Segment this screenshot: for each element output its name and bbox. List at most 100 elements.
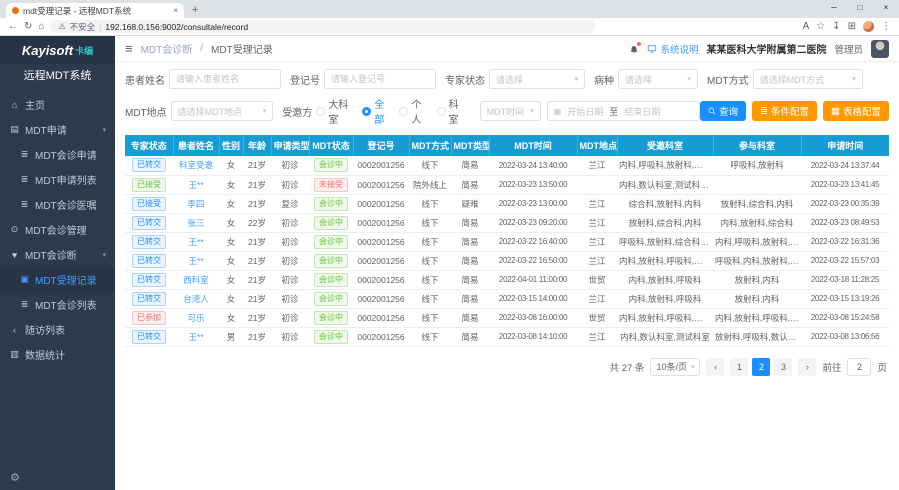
cell-mdt_mode: 线下	[409, 270, 451, 289]
table-row: 已转交台湾人女21岁初诊会诊中0002001256线下简易2022-03-15 …	[125, 289, 889, 308]
notification-badge	[637, 42, 641, 46]
invitee-radio-个人[interactable]: 个人	[399, 96, 427, 126]
new-tab-button[interactable]: +	[192, 3, 198, 18]
mdt-time-select[interactable]: MDT时间 ▾	[480, 101, 541, 121]
reg-no-label: 登记号	[290, 72, 320, 87]
next-page-button[interactable]: ›	[798, 358, 816, 376]
cell-mdt-status: 会诊中	[309, 194, 353, 213]
patient-name-link[interactable]: 可乐	[187, 313, 204, 323]
patient-name-link[interactable]: 王**	[188, 256, 203, 266]
cell-apply_type: 初诊	[271, 175, 309, 194]
collapse-menu-icon[interactable]: ≡	[125, 41, 133, 56]
cell-mdt_time: 2022-03-15 14:00:00	[489, 289, 577, 308]
cell-mdt-status: 会诊中	[309, 251, 353, 270]
cell-apply_type: 初诊	[271, 270, 309, 289]
browser-tab[interactable]: mdt受理记录 - 远程MDT系统 ×	[6, 3, 184, 18]
mdt-place-label: MDT地点	[125, 104, 167, 119]
mdt-mode-select[interactable]: 请选择MDT方式 ▾	[753, 69, 863, 89]
sidebar-item-mdt-apply[interactable]: ▤MDT申请▾	[0, 117, 115, 142]
list-icon: ≣	[19, 199, 30, 210]
patient-name-link[interactable]: 李四	[187, 199, 204, 209]
cell-mdt_place: 兰江	[577, 156, 617, 175]
bookmark-star-icon[interactable]: ☆	[816, 22, 825, 32]
sidebar-item-label: MDT会诊医嘱	[35, 197, 97, 212]
patient-name-input[interactable]	[169, 69, 281, 89]
system-help-link[interactable]: 系统说明	[647, 42, 698, 56]
refresh-icon[interactable]: ↻	[24, 22, 32, 32]
sidebar-item-mdt-manage[interactable]: ⊙MDT会诊管理	[0, 217, 115, 242]
patient-name-link[interactable]: 张三	[187, 218, 204, 228]
minimize-button[interactable]: ─	[821, 0, 847, 15]
patient-name-link[interactable]: 王**	[188, 180, 203, 190]
download-icon[interactable]: ↧	[832, 22, 840, 32]
cell-expert-status: 已转交	[125, 213, 173, 232]
sidebar-item-mdt-consult-order[interactable]: ≣ MDT会诊医嘱	[0, 192, 115, 217]
cell-invited_depts: 综合科,放射科,内科	[617, 194, 713, 213]
prev-page-button[interactable]: ‹	[706, 358, 724, 376]
sidebar-item-mdt-record[interactable]: ▣MDT受理记录	[0, 267, 115, 292]
maximize-button[interactable]: □	[847, 0, 873, 15]
extensions-icon[interactable]: ⊞	[848, 22, 856, 32]
cell-apply_time: 2022-03-24 13:37:44	[801, 156, 889, 175]
sidebar-item-home[interactable]: ⌂主页	[0, 92, 115, 117]
sidebar-item-mdt-consult-list[interactable]: ≣MDT会诊列表	[0, 292, 115, 317]
invitee-radio-科室[interactable]: 科室	[437, 96, 465, 126]
sidebar-item-statistics[interactable]: ▥数据统计	[0, 342, 115, 367]
reg-no-input[interactable]	[324, 69, 436, 89]
patient-name-link[interactable]: 王**	[188, 332, 203, 342]
home-icon: ⌂	[9, 100, 20, 110]
cell-expert-status: 已转交	[125, 251, 173, 270]
table-row: 已接受王**女21岁初诊未接受0002001256院外线上简易2022-03-2…	[125, 175, 889, 194]
patient-name-link[interactable]: 科室受邀	[179, 160, 213, 170]
radio-label: 科室	[449, 96, 465, 126]
mdt-record-table: 专家状态患者姓名性别年龄申请类型MDT状态登记号MDT方式MDT类型MDT时间M…	[125, 135, 889, 347]
condition-config-button[interactable]: ≣ 条件配置	[752, 101, 817, 121]
app-logo: Kayisoft 卡编	[0, 36, 115, 64]
cell-expert-status: 已转交	[125, 289, 173, 308]
patient-name-link[interactable]: 西科室	[183, 275, 209, 285]
search-button[interactable]: 查询	[700, 101, 746, 121]
cell-join_depts: 呼吸科,内科,放射科,影像科	[713, 251, 801, 270]
disease-select[interactable]: 请选择 ▾	[618, 69, 698, 89]
breadcrumb-root[interactable]: MDT会诊断	[141, 41, 193, 56]
translate-icon[interactable]: A	[803, 22, 810, 32]
page-button-1[interactable]: 1	[730, 358, 748, 376]
filter-panel: 患者姓名 登记号 专家状态 请选择 ▾ 病种 请选择 ▾ MDT方式 请选择MD…	[115, 62, 899, 135]
cell-patient-name: 王**	[173, 175, 219, 194]
table-config-button[interactable]: ▦ 表格配置	[823, 101, 889, 121]
table-row: 已转交西科室女21岁初诊会诊中0002001256线下简易2022-04-01 …	[125, 270, 889, 289]
sidebar-item-mdt-consult-apply[interactable]: ≣MDT会诊申请	[0, 142, 115, 167]
close-button[interactable]: ×	[873, 0, 899, 15]
cell-reg_no: 0002001256	[353, 194, 409, 213]
tab-close-icon[interactable]: ×	[173, 6, 178, 15]
page-button-3[interactable]: 3	[774, 358, 792, 376]
back-icon[interactable]: ←	[8, 22, 18, 32]
list-icon: ≣	[19, 149, 30, 160]
expert-status-select[interactable]: 请选择 ▾	[489, 69, 585, 89]
address-bar[interactable]: ⚠ 不安全 | 192.168.0.156:9002/consultale/re…	[50, 20, 595, 33]
patient-name-link[interactable]: 台湾人	[183, 294, 209, 304]
invitee-radio-大科室[interactable]: 大科室	[316, 96, 353, 126]
cell-patient-name: 张三	[173, 213, 219, 232]
goto-page-input[interactable]	[847, 358, 871, 376]
sidebar-item-mdt-apply-list[interactable]: ≣MDT申请列表	[0, 167, 115, 192]
settings-gear-icon[interactable]: ⚙	[10, 471, 20, 484]
sidebar-item-followup-list[interactable]: ‹随访列表	[0, 317, 115, 342]
notification-bell-icon[interactable]	[629, 44, 639, 54]
home-icon[interactable]: ⌂	[38, 22, 44, 32]
page-size-select[interactable]: 10条/页 ▾	[650, 358, 700, 376]
date-range-picker[interactable]: ▦ 开始日期 至 结束日期	[547, 101, 700, 121]
page-button-2[interactable]: 2	[752, 358, 770, 376]
disease-label: 病种	[594, 72, 614, 87]
cell-apply_time: 2022-03-15 13:19:26	[801, 289, 889, 308]
mdt-place-select[interactable]: 请选择MDT地点 ▾	[171, 101, 274, 121]
mdt-mode-placeholder: 请选择MDT方式	[760, 73, 825, 86]
browser-menu-icon[interactable]: ⋮	[881, 22, 891, 32]
invitee-radio-全部[interactable]: 全部	[362, 96, 390, 126]
cell-invited_depts: 内科,数认科室,测试科室,放射科	[617, 175, 713, 194]
user-avatar[interactable]	[871, 40, 889, 58]
clock-icon: ⊙	[9, 224, 20, 235]
browser-profile-avatar[interactable]	[863, 21, 874, 32]
patient-name-link[interactable]: 王**	[188, 237, 203, 247]
sidebar-item-mdt-consult[interactable]: ♥MDT会诊断▾	[0, 242, 115, 267]
